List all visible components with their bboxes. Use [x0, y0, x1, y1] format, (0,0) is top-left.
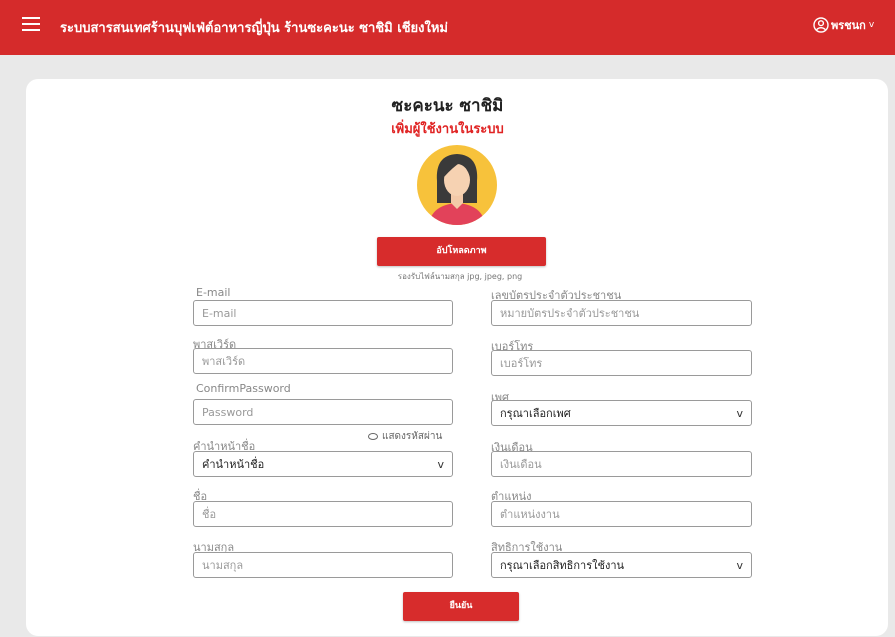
- national-id-field[interactable]: [491, 300, 752, 326]
- app-title: ระบบสารสนเทศร้านบุฟเฟ่ต์อาหารญี่ปุ่น ร้า…: [60, 21, 448, 36]
- phone-field[interactable]: [491, 350, 752, 376]
- store-name: ซะคะนะ ซาชิมิ: [391, 96, 504, 116]
- confirm-password-field[interactable]: [193, 399, 453, 425]
- chevron-down-icon: v: [736, 406, 743, 420]
- gender-selected-value: กรุณาเลือกเพศ: [500, 407, 571, 420]
- show-password-toggle[interactable]: แสดงรหัสผ่าน: [368, 429, 442, 444]
- chevron-down-icon: v: [868, 20, 875, 30]
- user-circle-icon: [813, 17, 829, 33]
- salary-field[interactable]: [491, 451, 752, 477]
- page-subtitle: เพิ่มผู้ใช้งานในระบบ: [391, 122, 504, 137]
- prefix-selected-value: คำนำหน้าชื่อ: [202, 458, 265, 471]
- user-menu[interactable]: พรชนก v: [813, 16, 874, 34]
- prefix-select[interactable]: คำนำหน้าชื่อ v: [193, 451, 453, 477]
- password-field[interactable]: [193, 348, 453, 374]
- upload-file-note: รองรับไฟล์นามสกุล jpg, jpeg, png: [397, 272, 523, 281]
- confirm-password-label: ConfirmPassword: [196, 382, 291, 395]
- upload-image-button[interactable]: อัปโหลดภาพ: [377, 237, 546, 266]
- last-name-field[interactable]: [193, 552, 453, 578]
- female-avatar-icon: [417, 145, 497, 225]
- email-field[interactable]: [193, 300, 453, 326]
- email-label: E-mail: [196, 286, 231, 299]
- user-name: พรชนก: [831, 19, 866, 32]
- position-field[interactable]: [491, 501, 752, 527]
- show-password-label: แสดงรหัสผ่าน: [382, 431, 443, 442]
- gender-select[interactable]: กรุณาเลือกเพศ v: [491, 400, 752, 426]
- top-bar: ระบบสารสนเทศร้านบุฟเฟ่ต์อาหารญี่ปุ่น ร้า…: [0, 0, 895, 55]
- confirm-button[interactable]: ยืนยัน: [403, 592, 519, 621]
- permission-select[interactable]: กรุณาเลือกสิทธิการใช้งาน v: [491, 552, 752, 578]
- chevron-down-icon: v: [736, 558, 743, 572]
- first-name-field[interactable]: [193, 501, 453, 527]
- radio-icon: [368, 433, 378, 440]
- permission-selected-value: กรุณาเลือกสิทธิการใช้งาน: [500, 559, 625, 572]
- hamburger-icon[interactable]: [22, 17, 40, 31]
- chevron-down-icon: v: [437, 457, 444, 471]
